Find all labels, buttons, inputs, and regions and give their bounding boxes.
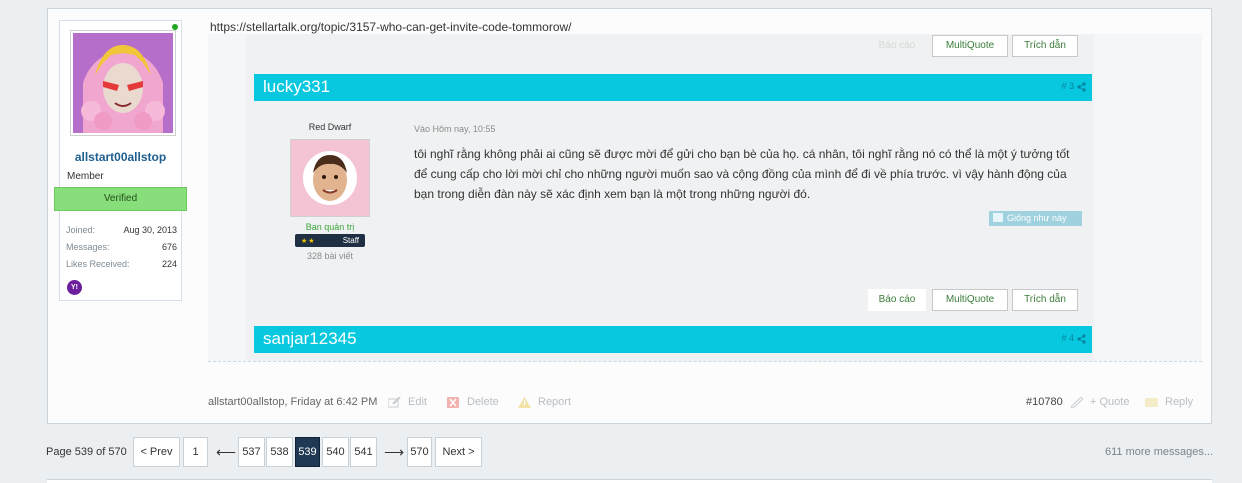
post-header-bar: lucky331 # 3: [254, 74, 1092, 101]
staff-badge: ★★ Staff: [295, 234, 365, 247]
edit-button[interactable]: Edit: [388, 396, 427, 408]
stat-label: Likes Received:: [66, 259, 130, 269]
thumbs-up-icon: [993, 213, 1003, 222]
reply-button[interactable]: Reply: [1145, 396, 1193, 408]
stat-row-messages: Messages: 676: [66, 242, 177, 259]
like-button[interactable]: Giống như này: [989, 211, 1082, 226]
user-panel: allstart00allstop Member Verified Joined…: [54, 20, 187, 301]
stat-value[interactable]: 676: [162, 242, 177, 259]
stat-label: Joined:: [66, 225, 96, 235]
page-link[interactable]: 538: [266, 437, 293, 467]
yahoo-icon[interactable]: Y!: [67, 280, 82, 295]
post-author-name[interactable]: sanjar12345: [263, 329, 357, 349]
embedded-thread: Báo cáo MultiQuote Trích dẫn lucky331 # …: [246, 34, 1094, 361]
reply-icon: [1145, 397, 1158, 407]
post-permalink[interactable]: #10780: [1026, 396, 1063, 408]
warning-icon: [518, 396, 531, 408]
avatar[interactable]: [70, 30, 176, 136]
user-stats: Joined: Aug 30, 2013 Messages: 676 Likes…: [66, 225, 177, 276]
share-icon[interactable]: [1077, 334, 1086, 344]
reply-label: Reply: [1165, 396, 1194, 408]
page-link[interactable]: 1: [183, 437, 208, 467]
post-date: Vào Hôm nay, 10:55: [414, 124, 496, 134]
prev-page-button[interactable]: < Prev: [133, 437, 180, 467]
avatar[interactable]: [290, 139, 370, 217]
quote-action[interactable]: + Quote: [1070, 396, 1129, 408]
page-link[interactable]: 537: [238, 437, 265, 467]
post-body: tôi nghĩ rằng không phải ai cũng sẽ được…: [414, 147, 1070, 201]
edit-label: Edit: [408, 396, 427, 408]
topic-link[interactable]: https://stellartalk.org/topic/3157-who-c…: [210, 20, 572, 34]
quote-button[interactable]: Trích dẫn: [1012, 35, 1078, 57]
stat-row-joined: Joined: Aug 30, 2013: [66, 225, 177, 242]
quote-button[interactable]: Trích dẫn: [1012, 289, 1078, 311]
arrow-right-icon[interactable]: ⟶: [384, 444, 404, 461]
page-link[interactable]: 541: [350, 437, 377, 467]
post-count: 328 bài viết: [306, 251, 354, 261]
current-page[interactable]: 539: [295, 437, 320, 467]
verified-banner: Verified: [54, 187, 187, 211]
post-author-name[interactable]: lucky331: [263, 77, 330, 97]
staff-label: Staff: [342, 236, 359, 245]
user-rank: Red Dwarf: [308, 122, 352, 132]
more-messages-link[interactable]: 611 more messages...: [1105, 446, 1213, 458]
stat-value: Aug 30, 2013: [123, 225, 177, 235]
report-link[interactable]: Báo cáo: [868, 289, 926, 311]
report-label: Report: [538, 396, 572, 408]
star-icon: ★★: [301, 237, 316, 245]
page-link[interactable]: 540: [322, 437, 349, 467]
delete-icon: [447, 396, 459, 408]
avatar-image: [294, 143, 366, 213]
multiquote-button[interactable]: MultiQuote: [932, 289, 1008, 311]
username[interactable]: allstart00allstop: [60, 150, 181, 164]
post-card: allstart00allstop Member Verified Joined…: [47, 8, 1212, 424]
like-label: Giống như này: [1007, 213, 1067, 223]
delete-button[interactable]: Delete: [447, 396, 499, 408]
arrow-left-icon[interactable]: ⟵: [216, 444, 236, 461]
divider: [208, 361, 1202, 362]
delete-label: Delete: [467, 396, 499, 408]
pencil-icon: [388, 396, 401, 407]
page-info: Page 539 of 570: [46, 446, 127, 458]
share-icon[interactable]: [1077, 82, 1086, 92]
inner-user-panel: Red Dwarf Ban quản trị ★★ Staff 328 bài …: [282, 122, 378, 261]
user-role: Ban quản trị: [305, 222, 355, 232]
post-number[interactable]: # 3: [1061, 81, 1074, 91]
stat-value: 224: [161, 259, 177, 269]
quote-icon: [1070, 396, 1083, 408]
embedded-page: Báo cáo MultiQuote Trích dẫn lucky331 # …: [208, 34, 1202, 361]
report-link-faded[interactable]: Báo cáo: [868, 35, 926, 57]
multiquote-button[interactable]: MultiQuote: [932, 35, 1008, 57]
stat-row-likes: Likes Received: 224: [66, 259, 177, 276]
user-title: Member: [67, 171, 104, 182]
avatar-image: [73, 33, 173, 133]
post-byline[interactable]: allstart00allstop, Friday at 6:42 PM: [208, 396, 377, 408]
post-header-bar: sanjar12345 # 4: [254, 326, 1092, 353]
stat-label: Messages:: [66, 242, 110, 252]
page-link[interactable]: 570: [407, 437, 432, 467]
report-button[interactable]: Report: [518, 396, 571, 408]
next-post-edge: [47, 479, 1212, 483]
post-number[interactable]: # 4: [1061, 333, 1074, 343]
next-page-button[interactable]: Next >: [435, 437, 482, 467]
quote-label: + Quote: [1090, 396, 1130, 408]
